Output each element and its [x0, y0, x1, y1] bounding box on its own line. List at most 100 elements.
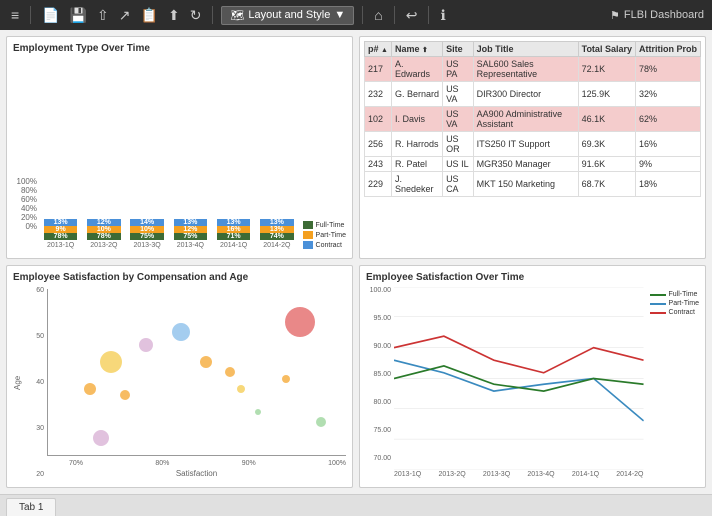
line-chart-svg: [394, 287, 644, 470]
line-x-labels: 2013-1Q 2013-2Q 2013-3Q 2013-4Q 2014-1Q …: [394, 471, 644, 478]
separator-2: [212, 6, 213, 24]
bar-group-2: 75% 10% 14%: [128, 219, 167, 240]
scatter-bubble: [237, 385, 245, 393]
cell-attrition: 78%: [635, 57, 700, 82]
bar-group-0: 78% 9% 13%: [41, 219, 80, 240]
legend-line-parttime: [650, 303, 666, 305]
bar-chart-legend: Full-Time Part-Time Contract: [303, 217, 346, 249]
scatter-bubble: [100, 351, 122, 373]
bars-container: 78% 9% 13% 78% 10% 12%: [41, 219, 297, 249]
cell-site: US IL: [443, 157, 474, 172]
legend-contract: Contract: [303, 241, 346, 249]
table-panel: p# ▲ Name ⬆ Site Job Title Total Salary …: [359, 36, 706, 259]
scatter-y-ticks: 60 50 40 30 20: [25, 287, 47, 478]
cell-name: G. Bernard: [391, 82, 442, 107]
scatter-bubble: [172, 323, 190, 341]
cell-job: ITS250 IT Support: [473, 132, 578, 157]
table-row[interactable]: 232 G. Bernard US VA DIR300 Director 125…: [365, 82, 701, 107]
copy-icon[interactable]: 📋: [138, 5, 161, 26]
cell-id: 217: [365, 57, 392, 82]
table-row[interactable]: 217 A. Edwards US PA SAL600 Sales Repres…: [365, 57, 701, 82]
bar-group-4: 71% 16% 13%: [214, 219, 253, 240]
home-icon[interactable]: ⌂: [371, 5, 385, 25]
bars-row: 78% 9% 13% 78% 10% 12%: [41, 219, 297, 240]
scatter-bubble: [93, 430, 109, 446]
col-attrition: Attrition Prob: [635, 42, 700, 57]
scatter-plot: [47, 289, 346, 456]
menu-icon[interactable]: ≡: [8, 5, 22, 25]
separator-4: [394, 6, 395, 24]
separator-3: [362, 6, 363, 24]
info-icon[interactable]: ℹ: [437, 5, 448, 26]
separator-1: [30, 6, 31, 24]
cell-salary: 72.1K: [578, 57, 635, 82]
bar-group-1: 78% 10% 12%: [84, 219, 123, 240]
tab-1[interactable]: Tab 1: [6, 498, 56, 516]
table-row[interactable]: 229 J. Snedeker US CA MKT 150 Marketing …: [365, 172, 701, 197]
new-icon[interactable]: 📄: [39, 5, 62, 26]
cell-site: US PA: [443, 57, 474, 82]
cell-job: MGR350 Manager: [473, 157, 578, 172]
legend-parttime-color: [303, 231, 313, 239]
cell-attrition: 62%: [635, 107, 700, 132]
y-axis: 100% 80% 60% 40% 20% 0%: [13, 177, 41, 249]
col-id: p# ▲: [365, 42, 392, 57]
share-icon[interactable]: ⇧: [94, 5, 112, 26]
bar-group-3: 75% 12% 13%: [171, 219, 210, 240]
dashboard-title: ⚑ FLBI Dashboard: [610, 9, 704, 22]
cell-attrition: 32%: [635, 82, 700, 107]
scatter-panel: Employee Satisfaction by Compensation an…: [6, 265, 353, 488]
tab-bar: Tab 1: [0, 494, 712, 516]
legend-line-contract: [650, 312, 666, 314]
legend-parttime: Part-Time: [303, 231, 346, 239]
cell-id: 229: [365, 172, 392, 197]
cell-name: I. Davis: [391, 107, 442, 132]
table-row[interactable]: 243 R. Patel US IL MGR350 Manager 91.6K …: [365, 157, 701, 172]
flbi-icon: ⚑: [610, 9, 620, 22]
cell-job: DIR300 Director: [473, 82, 578, 107]
cell-id: 256: [365, 132, 392, 157]
upload-icon[interactable]: ⬆: [165, 5, 183, 26]
line-y-ticks: 100.00 95.00 90.00 85.00 80.00 75.00 70.…: [366, 287, 394, 478]
cell-attrition: 18%: [635, 172, 700, 197]
contract-line: [394, 336, 644, 373]
separator-5: [428, 6, 429, 24]
scatter-title: Employee Satisfaction by Compensation an…: [13, 272, 346, 283]
cell-id: 232: [365, 82, 392, 107]
legend-contract-color: [303, 241, 313, 249]
map-icon: 🗺: [230, 9, 244, 22]
col-name[interactable]: Name ⬆: [391, 42, 442, 57]
cell-site: US VA: [443, 82, 474, 107]
scatter-main: 70% 80% 90% 100% Satisfaction: [47, 287, 346, 478]
scatter-bubble: [255, 409, 261, 415]
layout-style-button[interactable]: 🗺 Layout and Style ▼: [221, 6, 354, 25]
cell-salary: 91.6K: [578, 157, 635, 172]
cell-name: A. Edwards: [391, 57, 442, 82]
scatter-bubble: [285, 307, 315, 337]
col-job: Job Title: [473, 42, 578, 57]
table-row[interactable]: 256 R. Harrods US OR ITS250 IT Support 6…: [365, 132, 701, 157]
cell-id: 102: [365, 107, 392, 132]
line-chart-legend: Full-Time Part-Time Contract: [644, 287, 699, 478]
refresh-icon[interactable]: ↻: [187, 5, 205, 26]
cell-name: R. Harrods: [391, 132, 442, 157]
scatter-bubble: [120, 390, 130, 400]
table-header-row: p# ▲ Name ⬆ Site Job Title Total Salary …: [365, 42, 701, 57]
table-row[interactable]: 102 I. Davis US VA AA900 Administrative …: [365, 107, 701, 132]
bar-chart-area: 100% 80% 60% 40% 20% 0% 78% 9% 1: [13, 58, 346, 249]
bar-group-5: 74% 13% 13%: [257, 219, 296, 240]
col-site: Site: [443, 42, 474, 57]
bar-chart-title: Employment Type Over Time: [13, 43, 346, 54]
cell-id: 243: [365, 157, 392, 172]
legend-line-fulltime: [650, 294, 666, 296]
scatter-bubble: [316, 417, 326, 427]
scatter-x-labels: 70% 80% 90% 100%: [47, 458, 346, 467]
save-icon[interactable]: 💾: [67, 5, 90, 26]
back-icon[interactable]: ↩: [403, 5, 421, 26]
cell-attrition: 9%: [635, 157, 700, 172]
share2-icon[interactable]: ↗: [116, 5, 134, 26]
cell-job: AA900 Administrative Assistant: [473, 107, 578, 132]
x-axis-labels: 2013-1Q 2013-2Q 2013-3Q 2013-4Q 2014-1Q …: [41, 242, 297, 249]
line-chart-title: Employee Satisfaction Over Time: [366, 272, 699, 283]
scatter-y-label: Age: [13, 287, 25, 478]
